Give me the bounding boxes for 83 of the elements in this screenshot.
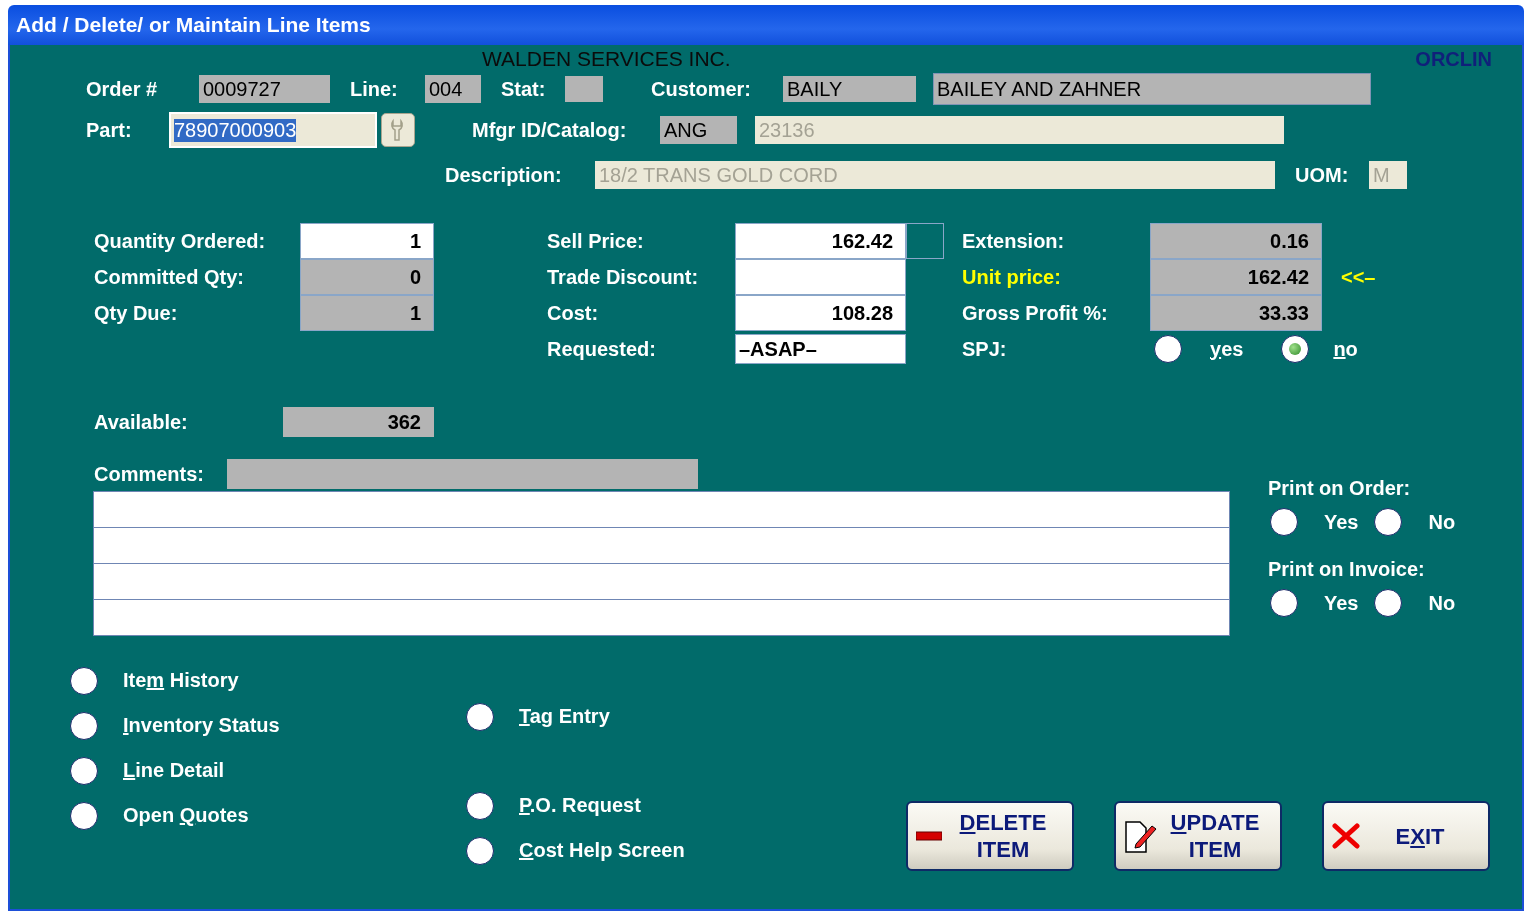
delete-button[interactable]: DELETE ITEM <box>906 801 1074 871</box>
minus-icon <box>916 831 942 841</box>
field-label: Committed Qty: <box>94 265 244 289</box>
radio-button[interactable] <box>1270 589 1298 617</box>
radio-button[interactable] <box>1281 335 1310 363</box>
price-field[interactable]: 162.42 <box>735 223 906 259</box>
field-label: Order # <box>86 77 159 101</box>
field-label: Extension: <box>962 229 1065 253</box>
field-label: Stat: <box>501 77 547 101</box>
lookup-button[interactable] <box>381 113 415 147</box>
comment-title-field[interactable] <box>227 459 698 489</box>
radio-button[interactable] <box>1154 335 1182 363</box>
radio-button[interactable] <box>70 756 98 785</box>
screen-option[interactable]: P.O. Request <box>519 794 641 817</box>
comments-box[interactable] <box>93 491 1230 636</box>
field-label: Quantity Ordered: <box>94 229 266 253</box>
field-label: Cost: <box>547 301 599 325</box>
update-button[interactable]: UPDATE ITEM <box>1114 801 1282 871</box>
field-label: Part: <box>86 118 133 142</box>
option-label: No <box>1428 591 1456 615</box>
result-field: 0.16 <box>1150 223 1322 259</box>
field-label: Requested: <box>547 337 656 361</box>
quantity-field: 0 <box>300 259 434 295</box>
price-field[interactable]: 108.28 <box>735 295 906 331</box>
screen-option[interactable]: Open Quotes <box>123 804 249 827</box>
radio-button[interactable] <box>466 702 494 731</box>
part-number-field[interactable]: 78907000903 <box>169 112 377 148</box>
radio-button[interactable] <box>1374 589 1403 617</box>
order-number-field: 0009727 <box>199 75 330 103</box>
option-label: No <box>1428 510 1456 534</box>
screen-option[interactable]: Line Detail <box>123 759 225 782</box>
pointer-marker: <<– <box>1341 265 1376 289</box>
manufacturer-id-field: ANG <box>660 116 737 144</box>
field-label: Description: <box>445 163 563 187</box>
radio-button[interactable] <box>466 836 494 865</box>
available-field: 362 <box>283 407 434 437</box>
field-label: Mfgr ID/Catalog: <box>472 118 628 142</box>
line-number-field: 004 <box>425 75 481 103</box>
description-field: 18/2 TRANS GOLD CORD <box>595 161 1275 189</box>
screen-option[interactable]: Item History <box>123 669 239 692</box>
field-label: SPJ: <box>962 337 1007 361</box>
company-name: WALDEN SERVICES INC. <box>482 47 731 71</box>
radio-button[interactable] <box>1374 508 1403 536</box>
result-field: 33.33 <box>1150 295 1322 331</box>
field-label: Qty Due: <box>94 301 178 325</box>
screen-option[interactable]: Tag Entry <box>519 705 610 728</box>
close-icon <box>1332 823 1360 849</box>
option-label: yes <box>1210 337 1244 361</box>
option-label: Yes <box>1324 510 1359 534</box>
customer-code-field: BAILY <box>783 76 916 102</box>
status-field <box>565 76 603 102</box>
quantity-field[interactable]: 1 <box>300 223 434 259</box>
price-field[interactable] <box>735 259 906 295</box>
field-label: Comments: <box>94 462 205 486</box>
screen-option[interactable]: Cost Help Screen <box>519 839 685 862</box>
radio-button[interactable] <box>70 666 98 695</box>
option-label: Yes <box>1324 591 1359 615</box>
field-label: Gross Profit %: <box>962 301 1108 325</box>
group-label: Print on Invoice: <box>1268 558 1425 580</box>
group-label: Print on Order: <box>1268 477 1411 499</box>
radio-button[interactable] <box>70 801 98 830</box>
window-title: Add / Delete/ or Maintain Line Items <box>16 13 371 37</box>
radio-button[interactable] <box>70 711 98 740</box>
result-field: 162.42 <box>1150 259 1322 295</box>
radio-button[interactable] <box>466 791 494 820</box>
screen-option[interactable]: Inventory Status <box>123 714 280 737</box>
option-label: no <box>1333 337 1358 361</box>
field-label: Line: <box>350 77 399 101</box>
price-field[interactable]: –ASAP– <box>735 334 906 364</box>
field-label: Available: <box>94 410 189 434</box>
program-code: ORCLIN <box>1415 48 1492 71</box>
field-label: UOM: <box>1295 163 1350 187</box>
field-label: Trade Discount: <box>547 265 699 289</box>
radio-button[interactable] <box>1270 508 1298 536</box>
edit-document-icon <box>1124 818 1158 854</box>
field-label: Unit price: <box>962 265 1061 289</box>
uom-field: M <box>1369 161 1407 189</box>
quantity-field: 1 <box>300 295 434 331</box>
field-label: Sell Price: <box>547 229 644 253</box>
exit-button[interactable]: EXIT <box>1322 801 1490 871</box>
field-label: Customer: <box>651 77 752 101</box>
customer-name-field: BAILEY AND ZAHNER <box>933 73 1371 105</box>
catalog-field: 23136 <box>755 116 1284 144</box>
